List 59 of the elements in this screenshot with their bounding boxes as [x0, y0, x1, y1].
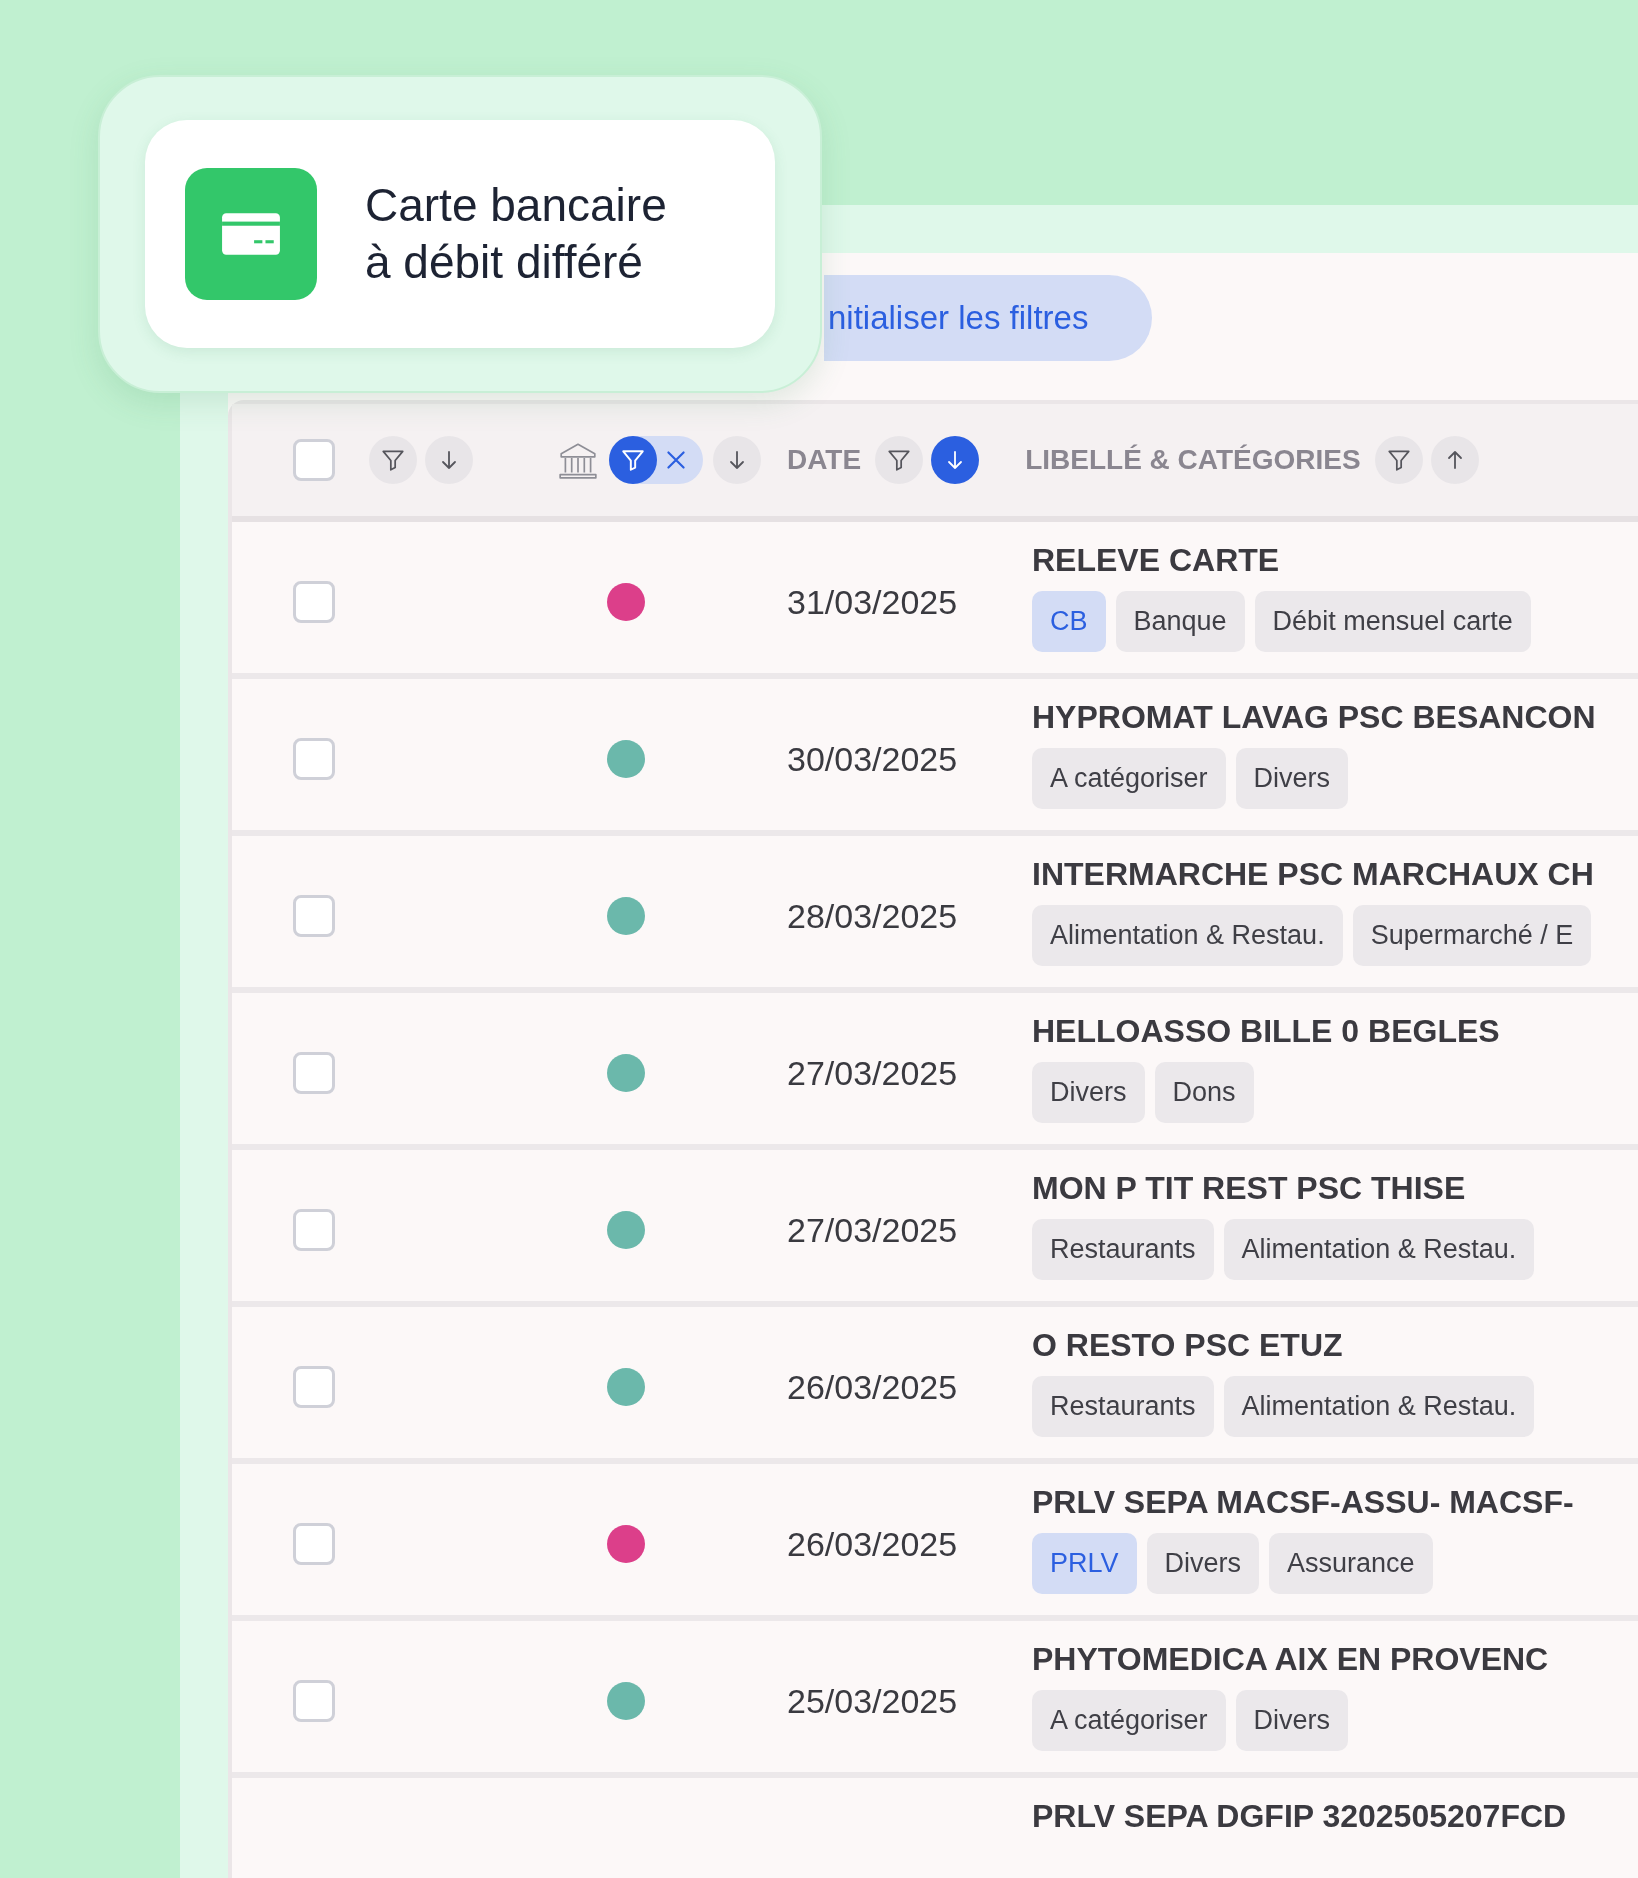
filter-icon — [620, 447, 646, 473]
sort-button[interactable] — [425, 436, 473, 484]
date-text: 27/03/2025 — [787, 1210, 958, 1250]
date-text: 28/03/2025 — [787, 896, 958, 936]
date-text: 27/03/2025 — [787, 1053, 958, 1093]
category-tag[interactable]: Débit mensuel carte — [1254, 591, 1531, 652]
checkbox[interactable] — [293, 581, 335, 623]
category-tag[interactable]: Restaurants — [1032, 1219, 1214, 1280]
date-text: 26/03/2025 — [787, 1367, 958, 1407]
card-title: Carte bancaire à débit différé — [365, 177, 668, 290]
transaction-label: MON P TIT REST PSC THISE — [1032, 1170, 1467, 1207]
checkbox[interactable] — [293, 1366, 335, 1408]
transaction-label: INTERMARCHE PSC MARCHAUX CH — [1032, 856, 1594, 893]
category-tag[interactable]: A catégoriser — [1032, 1690, 1226, 1751]
checkbox[interactable] — [293, 738, 335, 780]
transaction-label: PRLV SEPA MACSF-ASSU- MACSF- — [1032, 1484, 1574, 1521]
filter-button[interactable] — [369, 436, 417, 484]
sort-button[interactable] — [931, 436, 980, 484]
sort-button[interactable] — [713, 436, 761, 484]
sort-button[interactable] — [1430, 436, 1479, 484]
category-tag[interactable]: Alimentation & Restau. — [1032, 905, 1343, 966]
transaction-label: PRLV SEPA DGFIP 3202505207FCD — [1032, 1798, 1567, 1835]
reset-filters-button[interactable]: nitialiser les filtres — [824, 275, 1152, 361]
category-tag[interactable]: Supermarché / E — [1352, 905, 1592, 966]
credit-card-icon — [185, 168, 317, 300]
date-text: 26/03/2025 — [787, 1524, 958, 1564]
date-text: 25/03/2025 — [787, 1681, 958, 1721]
category-tag[interactable]: Dons — [1154, 1062, 1254, 1123]
transaction-label: RELEVE CARTE — [1032, 542, 1281, 579]
category-tag[interactable]: Alimentation & Restau. — [1223, 1219, 1535, 1280]
filter-icon — [1385, 447, 1412, 473]
category-tag[interactable]: Assurance — [1269, 1533, 1433, 1594]
checkbox[interactable] — [293, 1052, 335, 1094]
transaction-label: O RESTO PSC ETUZ — [1032, 1327, 1344, 1364]
active-filter-chip[interactable] — [609, 436, 703, 484]
transaction-label: HYPROMAT LAVAG PSC BESANCON — [1032, 699, 1596, 736]
checkbox[interactable] — [293, 1209, 335, 1251]
category-tag[interactable]: Alimentation & Restau. — [1223, 1376, 1535, 1437]
category-tag[interactable]: Restaurants — [1032, 1376, 1214, 1437]
category-tag[interactable]: Divers — [1235, 1690, 1349, 1751]
category-tag[interactable]: A catégoriser — [1032, 748, 1226, 809]
filter-icon — [886, 447, 913, 473]
checkbox[interactable] — [293, 1523, 335, 1565]
category-tag[interactable]: Divers — [1032, 1062, 1145, 1123]
type-tag[interactable]: PRLV — [1032, 1533, 1137, 1594]
filter-icon — [380, 447, 406, 473]
checkbox[interactable] — [293, 1680, 335, 1722]
date-text: 31/03/2025 — [787, 582, 958, 622]
category-tag[interactable]: Banque — [1115, 591, 1245, 652]
checkbox[interactable] — [293, 439, 335, 481]
category-tag[interactable]: Divers — [1146, 1533, 1260, 1594]
transaction-label: HELLOASSO BILLE 0 BEGLES — [1032, 1013, 1500, 1050]
checkbox[interactable] — [293, 895, 335, 937]
type-tag[interactable]: CB — [1032, 591, 1106, 652]
category-tag[interactable]: Divers — [1235, 748, 1349, 809]
date-text: 30/03/2025 — [787, 739, 958, 779]
filter-button[interactable] — [875, 436, 924, 484]
transaction-label: PHYTOMEDICA AIX EN PROVENC — [1032, 1641, 1549, 1678]
filter-button[interactable] — [1374, 436, 1423, 484]
